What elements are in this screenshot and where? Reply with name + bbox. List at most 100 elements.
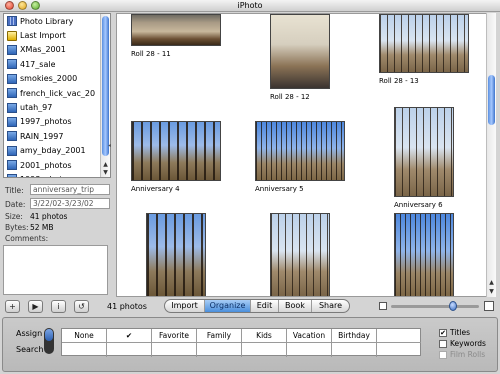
- checkbox-box: [439, 350, 447, 359]
- date-field[interactable]: 3/22/02-3/23/02: [30, 198, 110, 209]
- scroll-thumb[interactable]: [488, 75, 495, 125]
- album-photo-library[interactable]: Photo Library: [4, 14, 110, 28]
- album-label: 1998_photos: [20, 175, 72, 177]
- thumbnail-size-slider[interactable]: [391, 301, 479, 311]
- search-label: Search: [16, 345, 44, 354]
- tab-import[interactable]: Import: [165, 300, 205, 312]
- comments-field[interactable]: [3, 245, 108, 295]
- keyword-empty[interactable]: [152, 343, 197, 357]
- photo-thumbnail[interactable]: [379, 14, 469, 73]
- small-thumbnails-icon[interactable]: [379, 302, 387, 310]
- photo-thumbnail[interactable]: [131, 121, 221, 181]
- photo-thumbnail[interactable]: [394, 213, 454, 296]
- scroll-up-arrow-icon[interactable]: ▲: [487, 279, 496, 287]
- window-title: iPhoto: [237, 1, 263, 10]
- photo-thumbnail[interactable]: [270, 213, 330, 296]
- album-label: RAIN_1997: [20, 131, 64, 141]
- photo-thumbnail[interactable]: [394, 107, 454, 197]
- assign-search-toggle[interactable]: [44, 328, 54, 354]
- slideshow-button[interactable]: ▶: [28, 300, 43, 313]
- photo-thumbnail[interactable]: [270, 14, 330, 89]
- keyword-kids[interactable]: Kids: [242, 329, 287, 343]
- photo-thumbnail[interactable]: [146, 213, 206, 296]
- scroll-up-arrow-icon[interactable]: ▲: [101, 161, 110, 169]
- keyword-family[interactable]: Family: [197, 329, 242, 343]
- album-item[interactable]: RAIN_1997: [4, 129, 110, 143]
- tab-edit[interactable]: Edit: [251, 300, 279, 312]
- album-item[interactable]: 2001_photos: [4, 158, 110, 172]
- scroll-down-arrow-icon[interactable]: ▼: [101, 169, 110, 177]
- album-list: Photo Library Last Import XMas_2001 417_…: [3, 13, 111, 178]
- tab-organize[interactable]: Organize: [205, 300, 251, 312]
- album-item[interactable]: amy_bday_2001: [4, 144, 110, 158]
- keyword-none[interactable]: None: [62, 329, 107, 343]
- photo-thumbnail[interactable]: [255, 121, 345, 181]
- checkbox-label: Film Rolls: [450, 350, 486, 359]
- tab-book[interactable]: Book: [279, 300, 312, 312]
- photo-label: Roll 28 - 11: [131, 50, 171, 58]
- album-label: 2001_photos: [20, 160, 72, 170]
- large-thumbnails-icon[interactable]: [484, 301, 494, 311]
- title-bar: iPhoto: [0, 0, 500, 12]
- album-label: Last Import: [20, 31, 66, 41]
- keyword-birthday[interactable]: Birthday: [332, 329, 377, 343]
- tab-share[interactable]: Share: [312, 300, 349, 312]
- mode-selector: Import Organize Edit Book Share: [164, 299, 350, 313]
- album-label: amy_bday_2001: [20, 146, 86, 156]
- scroll-down-arrow-icon[interactable]: ▼: [487, 288, 496, 296]
- folder-icon: [7, 174, 17, 177]
- keyword-vacation[interactable]: Vacation: [287, 329, 332, 343]
- album-last-import[interactable]: Last Import: [4, 28, 110, 42]
- toggle-knob[interactable]: [45, 329, 53, 341]
- folder-icon: [7, 145, 17, 156]
- keyword-empty[interactable]: [332, 343, 377, 357]
- album-item[interactable]: 417_sale: [4, 57, 110, 71]
- title-field[interactable]: anniversary_trip: [30, 184, 110, 195]
- photo-label: Roll 28 - 12: [270, 93, 310, 101]
- checkbox-box[interactable]: ✔: [439, 328, 447, 337]
- photo-label: Anniversary 6: [394, 201, 443, 209]
- keywords-checkbox[interactable]: Keywords: [439, 339, 486, 348]
- keyword-favorite[interactable]: Favorite: [152, 329, 197, 343]
- folder-icon: [7, 59, 17, 70]
- photo-thumbnail[interactable]: [131, 14, 221, 46]
- folder-icon: [7, 116, 17, 127]
- keyword-empty[interactable]: [62, 343, 107, 357]
- date-row: Date: 3/22/02-3/23/02: [3, 198, 111, 210]
- pane-resize-handle-icon[interactable]: ◂: [108, 140, 114, 152]
- photo-scrollbar[interactable]: ▲ ▼: [486, 13, 496, 297]
- add-album-button[interactable]: +: [5, 300, 20, 313]
- checkbox-label: Titles: [450, 328, 470, 337]
- album-item[interactable]: 1998_photos: [4, 172, 110, 177]
- keyword-empty[interactable]: [242, 343, 287, 357]
- checkbox-box[interactable]: [439, 339, 447, 348]
- keyword-empty[interactable]: [377, 329, 421, 343]
- slider-knob[interactable]: [448, 301, 457, 311]
- album-label: XMas_2001: [20, 45, 66, 55]
- album-item[interactable]: XMas_2001: [4, 43, 110, 57]
- album-item[interactable]: french_lick_vac_20: [4, 86, 110, 100]
- checkbox-label: Keywords: [450, 339, 486, 348]
- keyword-grid: None ✔ Favorite Family Kids Vacation Bir…: [61, 328, 421, 357]
- bottom-toolbar: + ▶ i ↺ 41 photos Import Organize Edit B…: [0, 298, 500, 316]
- album-item[interactable]: utah_97: [4, 100, 110, 114]
- album-scrollbar[interactable]: ▲ ▼: [100, 14, 110, 177]
- titles-checkbox[interactable]: ✔ Titles: [439, 328, 470, 337]
- title-row: Title: anniversary_trip: [3, 184, 111, 196]
- keyword-checkmark[interactable]: ✔: [107, 329, 152, 343]
- album-label: smokies_2000: [20, 74, 78, 84]
- album-item[interactable]: 1997_photos: [4, 115, 110, 129]
- keyword-empty[interactable]: [197, 343, 242, 357]
- keyword-empty[interactable]: [287, 343, 332, 357]
- date-label: Date:: [5, 200, 26, 209]
- organize-pane: Assign Search None ✔ Favorite Family Kid…: [2, 317, 498, 372]
- keyword-empty[interactable]: [107, 343, 152, 357]
- rotate-button[interactable]: ↺: [74, 300, 89, 313]
- album-item[interactable]: smokies_2000: [4, 72, 110, 86]
- info-button[interactable]: i: [51, 300, 66, 313]
- bytes-label: Bytes:: [5, 223, 29, 232]
- scroll-thumb[interactable]: [102, 16, 109, 156]
- photo-label: Roll 28 - 13: [379, 77, 419, 85]
- folder-icon: [7, 88, 17, 99]
- album-label: Photo Library: [20, 16, 74, 26]
